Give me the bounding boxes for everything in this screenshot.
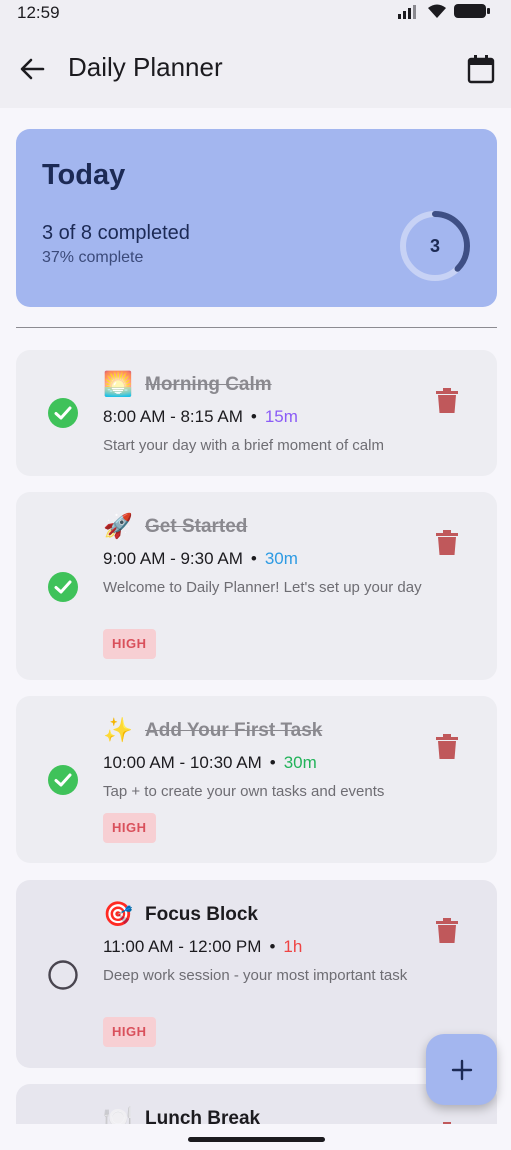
task-time: 11:00 AM - 12:00 PM • 1h [103,937,302,957]
completed-check-icon[interactable] [47,397,79,429]
task-time-range: 11:00 AM - 12:00 PM [103,937,262,956]
sunrise-emoji-icon: 🌅 [103,371,133,398]
task-duration: 30m [264,549,298,568]
task-time: 8:00 AM - 8:15 AM • 15m [103,407,298,427]
priority-badge: HIGH [103,629,156,659]
task-title: Focus Block [145,904,258,925]
uncompleted-circle-icon[interactable] [47,959,79,991]
task-description: Deep work session - your most important … [103,967,408,984]
back-arrow-icon[interactable] [17,54,47,84]
add-task-button[interactable] [426,1034,497,1105]
task-time: 10:00 AM - 10:30 AM • 30m [103,753,317,773]
sparkles-emoji-icon: ✨ [103,717,133,744]
task-time: 9:00 AM - 9:30 AM • 30m [103,549,298,569]
trash-icon[interactable] [436,530,458,556]
today-title: Today [42,159,126,191]
separator-dot: • [250,407,257,426]
battery-icon [454,4,490,18]
separator-dot: • [250,549,257,568]
home-indicator[interactable] [188,1137,325,1142]
trash-icon[interactable] [436,1122,458,1124]
task-card[interactable]: 🌅 Morning Calm 8:00 AM - 8:15 AM • 15m Sta… [16,350,497,476]
separator-dot: • [269,753,276,772]
priority-badge: HIGH [103,1017,156,1047]
task-title: Add Your First Task [145,720,323,741]
task-title: Get Started [145,516,248,537]
trash-icon[interactable] [436,734,458,760]
task-duration: 15m [264,407,298,426]
status-icons [398,3,490,19]
trash-icon[interactable] [436,918,458,944]
completed-check-icon[interactable] [47,764,79,796]
status-time: 12:59 [17,3,60,22]
task-time-range: 8:00 AM - 8:15 AM [103,407,243,426]
completed-count: 3 of 8 completed [42,222,190,244]
progress-ring-value: 3 [429,235,440,256]
rocket-emoji-icon: 🚀 [103,513,133,540]
plate-emoji-icon: 🍽️ [103,1105,133,1124]
completed-check-icon[interactable] [47,571,79,603]
task-card[interactable]: 🎯 Focus Block 11:00 AM - 12:00 PM • 1h Dee… [16,880,497,1068]
task-time-range: 9:00 AM - 9:30 AM [103,549,243,568]
task-card[interactable]: 🚀 Get Started 9:00 AM - 9:30 AM • 30m Welc… [16,492,497,680]
priority-badge: HIGH [103,813,156,843]
completion-percent: 37% complete [42,249,144,266]
trash-icon[interactable] [436,388,458,414]
divider [16,327,497,328]
task-duration: 30m [283,753,317,772]
status-bar: 12:59 [0,0,511,28]
task-description: Tap + to create your own tasks and event… [103,783,385,800]
task-card[interactable]: ✨ Add Your First Task 10:00 AM - 10:30 A… [16,696,497,863]
task-title: Lunch Break [145,1108,261,1124]
page-title: Daily Planner [68,52,223,82]
calendar-icon[interactable] [466,54,496,84]
plus-icon [451,1059,472,1080]
today-summary-card: Today 3 of 8 completed 37% complete 3 [16,129,497,307]
target-emoji-icon: 🎯 [103,901,133,928]
separator-dot: • [269,937,276,956]
task-title: Morning Calm [145,374,272,395]
app-bar: Daily Planner [0,28,511,108]
task-card[interactable]: 🍽️ Lunch Break [16,1084,497,1124]
task-description: Welcome to Daily Planner! Let's set up y… [103,579,422,596]
task-time-range: 10:00 AM - 10:30 AM [103,753,262,772]
signal-icon [398,5,416,19]
wifi-icon [428,4,446,18]
task-description: Start your day with a brief moment of ca… [103,437,384,454]
task-duration: 1h [283,937,303,956]
